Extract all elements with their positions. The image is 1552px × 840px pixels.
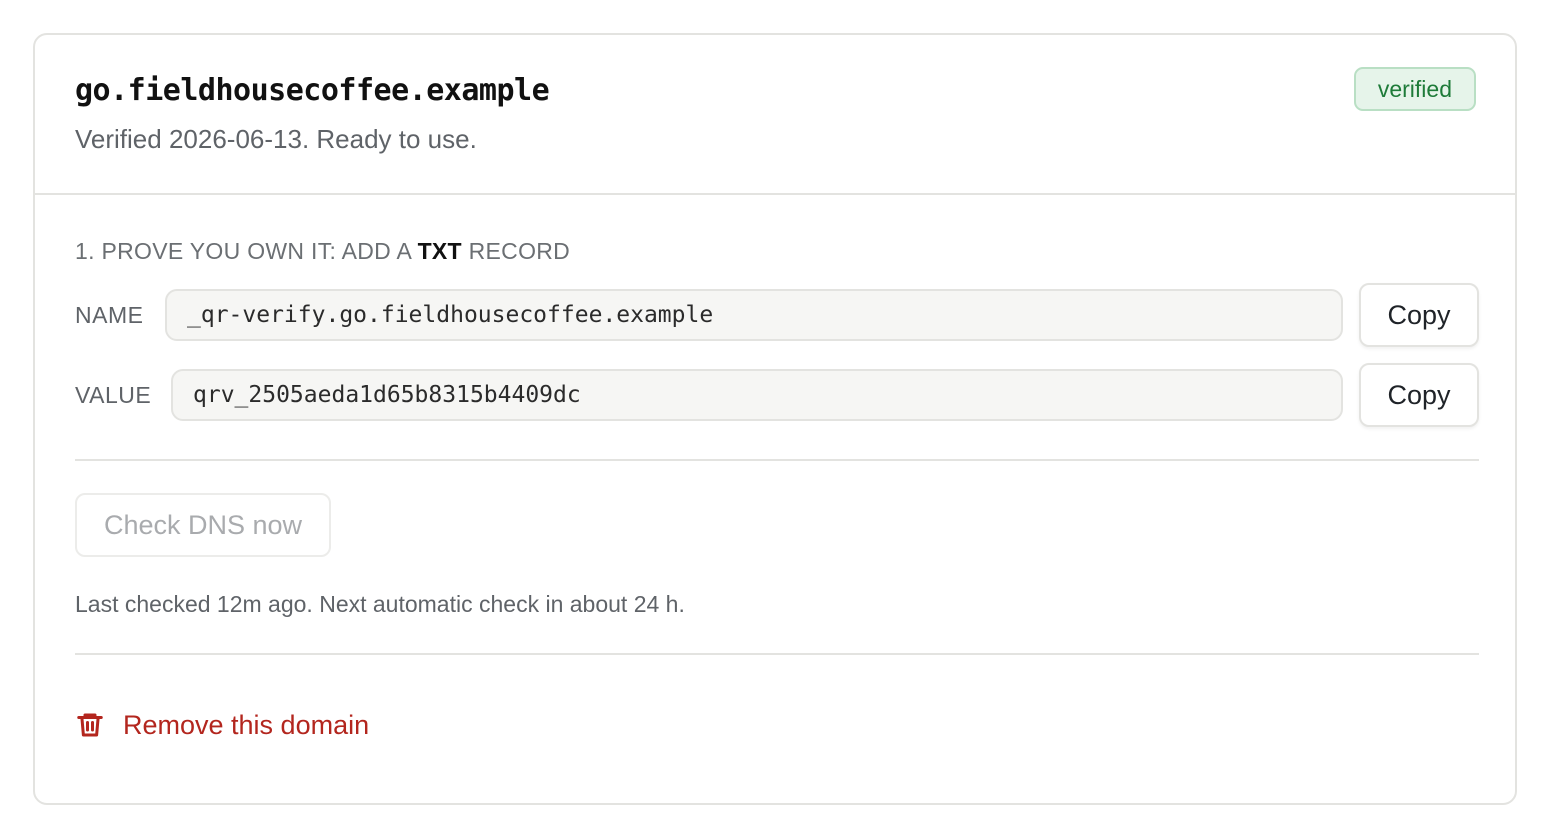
- divider: [75, 653, 1479, 655]
- heading-record-type: TXT: [417, 238, 462, 264]
- card-header: go.fieldhousecoffee.example Verified 202…: [35, 35, 1515, 195]
- domain-status-text: Verified 2026-06-13. Ready to use.: [75, 124, 477, 154]
- divider: [75, 459, 1479, 461]
- remove-domain-button[interactable]: Remove this domain: [75, 705, 369, 745]
- record-value-field[interactable]: qrv_2505aeda1d65b8315b4409dc: [171, 369, 1343, 421]
- domain-card: go.fieldhousecoffee.example Verified 202…: [33, 33, 1517, 805]
- check-dns-button[interactable]: Check DNS now: [75, 493, 331, 557]
- record-name-field[interactable]: _qr-verify.go.fieldhousecoffee.example: [165, 289, 1343, 341]
- heading-prefix: 1. PROVE YOU OWN IT: ADD A: [75, 238, 411, 264]
- record-value-row: VALUE qrv_2505aeda1d65b8315b4409dc Copy: [75, 363, 1479, 427]
- dns-check-status: Last checked 12m ago. Next automatic che…: [75, 591, 685, 617]
- record-value-label: VALUE: [75, 381, 152, 408]
- trash-icon: [75, 710, 105, 740]
- copy-name-button[interactable]: Copy: [1359, 283, 1479, 347]
- domain-title: go.fieldhousecoffee.example: [75, 73, 550, 108]
- txt-record-heading: 1. PROVE YOU OWN IT: ADD A TXT RECORD: [75, 238, 570, 265]
- remove-domain-label: Remove this domain: [123, 709, 370, 740]
- heading-suffix: RECORD: [468, 238, 571, 264]
- status-badge: verified: [1353, 67, 1476, 111]
- copy-value-button[interactable]: Copy: [1359, 363, 1479, 427]
- record-name-row: NAME _qr-verify.go.fieldhousecoffee.exam…: [75, 283, 1479, 347]
- record-name-label: NAME: [75, 301, 144, 328]
